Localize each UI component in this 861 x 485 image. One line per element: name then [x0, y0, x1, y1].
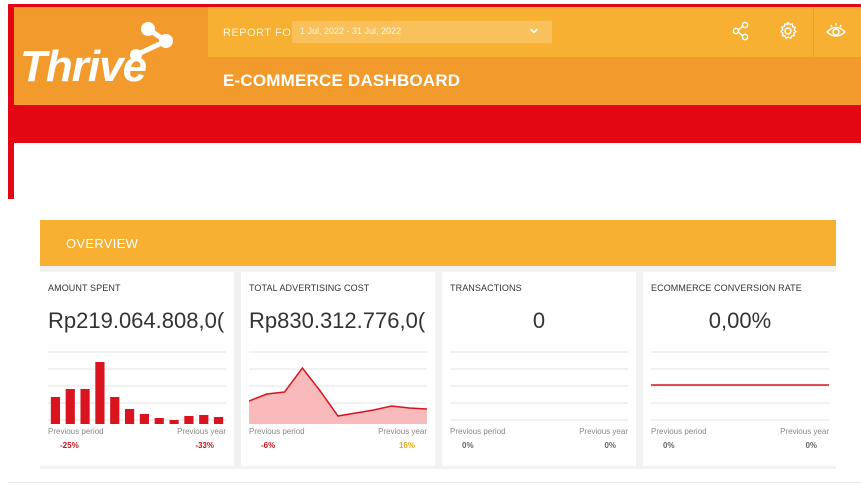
- card-value: Rp219.064.808,0(: [48, 308, 225, 333]
- card-value: 0: [532, 308, 546, 333]
- previous-year-delta: -33%: [195, 441, 214, 450]
- bar: [154, 418, 164, 424]
- date-range-select[interactable]: 1 Jul, 2022 - 31 Jul, 2022: [292, 21, 552, 43]
- card-title: TRANSACTIONS: [450, 283, 522, 293]
- date-range-value: 1 Jul, 2022 - 31 Jul, 2022: [300, 26, 402, 36]
- previous-year-label: Previous year: [177, 427, 226, 436]
- bar: [124, 409, 135, 424]
- kpi-card-amount-spent[interactable]: AMOUNT SPENT Rp219.064.808,0( Previous p…: [40, 272, 234, 466]
- previous-period-label: Previous period: [450, 427, 506, 436]
- brand-logo[interactable]: Thrive: [20, 42, 147, 92]
- bar: [110, 397, 120, 424]
- previous-year-label: Previous year: [378, 427, 427, 436]
- previous-period-label: Previous period: [651, 427, 707, 436]
- transactions-line-chart: [450, 351, 628, 421]
- toolbar-divider: [813, 7, 814, 57]
- previous-period-delta: 0%: [462, 441, 474, 450]
- bar: [169, 420, 179, 424]
- card-title: AMOUNT SPENT: [48, 283, 121, 293]
- bottom-divider: [8, 482, 861, 483]
- bar: [95, 362, 105, 424]
- previous-year-delta: 16%: [398, 441, 415, 450]
- previous-year-label: Previous year: [780, 427, 829, 436]
- card-title: ECOMMERCE CONVERSION RATE: [651, 283, 802, 293]
- conversion-rate-line-chart: [651, 351, 829, 421]
- kpi-card-ecommerce-conversion-rate[interactable]: ECOMMERCE CONVERSION RATE 0,00% Previous…: [643, 272, 837, 466]
- advertising-cost-area-chart: [249, 351, 427, 424]
- kpi-card-transactions[interactable]: TRANSACTIONS 0 Previous period Previous …: [442, 272, 636, 466]
- share-icon[interactable]: [730, 20, 752, 42]
- chevron-down-icon: [530, 28, 538, 34]
- bar: [65, 389, 75, 424]
- previous-period-label: Previous period: [48, 427, 104, 436]
- previous-period-label: Previous period: [249, 427, 305, 436]
- amount-spent-bar-chart: [48, 351, 226, 424]
- previous-period-delta: -25%: [60, 441, 79, 450]
- bar: [184, 416, 194, 424]
- report-for-label: REPORT FOR: [223, 27, 300, 39]
- overview-header: OVERVIEW: [40, 220, 836, 266]
- bar: [50, 397, 61, 424]
- card-value: 0,00%: [708, 308, 772, 333]
- page-title: E-COMMERCE DASHBOARD: [223, 71, 461, 90]
- dashboard-frame: Thrive REPORT FOR 1 Jul, 2022 - 31 Jul, …: [0, 0, 861, 485]
- previous-year-delta: 0%: [805, 441, 817, 450]
- gear-icon[interactable]: [777, 20, 799, 42]
- previous-year-label: Previous year: [579, 427, 628, 436]
- bar: [80, 389, 90, 424]
- previous-year-delta: 0%: [604, 441, 616, 450]
- card-value: Rp830.312.776,0(: [249, 308, 426, 333]
- bar: [213, 417, 224, 424]
- kpi-card-total-advertising-cost[interactable]: TOTAL ADVERTISING COST Rp830.312.776,0( …: [241, 272, 435, 466]
- bar: [139, 414, 150, 424]
- overview-title: OVERVIEW: [66, 236, 139, 251]
- right-edge: [857, 143, 861, 485]
- eye-icon[interactable]: [825, 20, 847, 42]
- previous-period-delta: -6%: [261, 441, 276, 450]
- bar: [199, 415, 209, 424]
- card-title: TOTAL ADVERTISING COST: [249, 283, 370, 293]
- previous-period-delta: 0%: [663, 441, 675, 450]
- red-banner: [14, 105, 861, 143]
